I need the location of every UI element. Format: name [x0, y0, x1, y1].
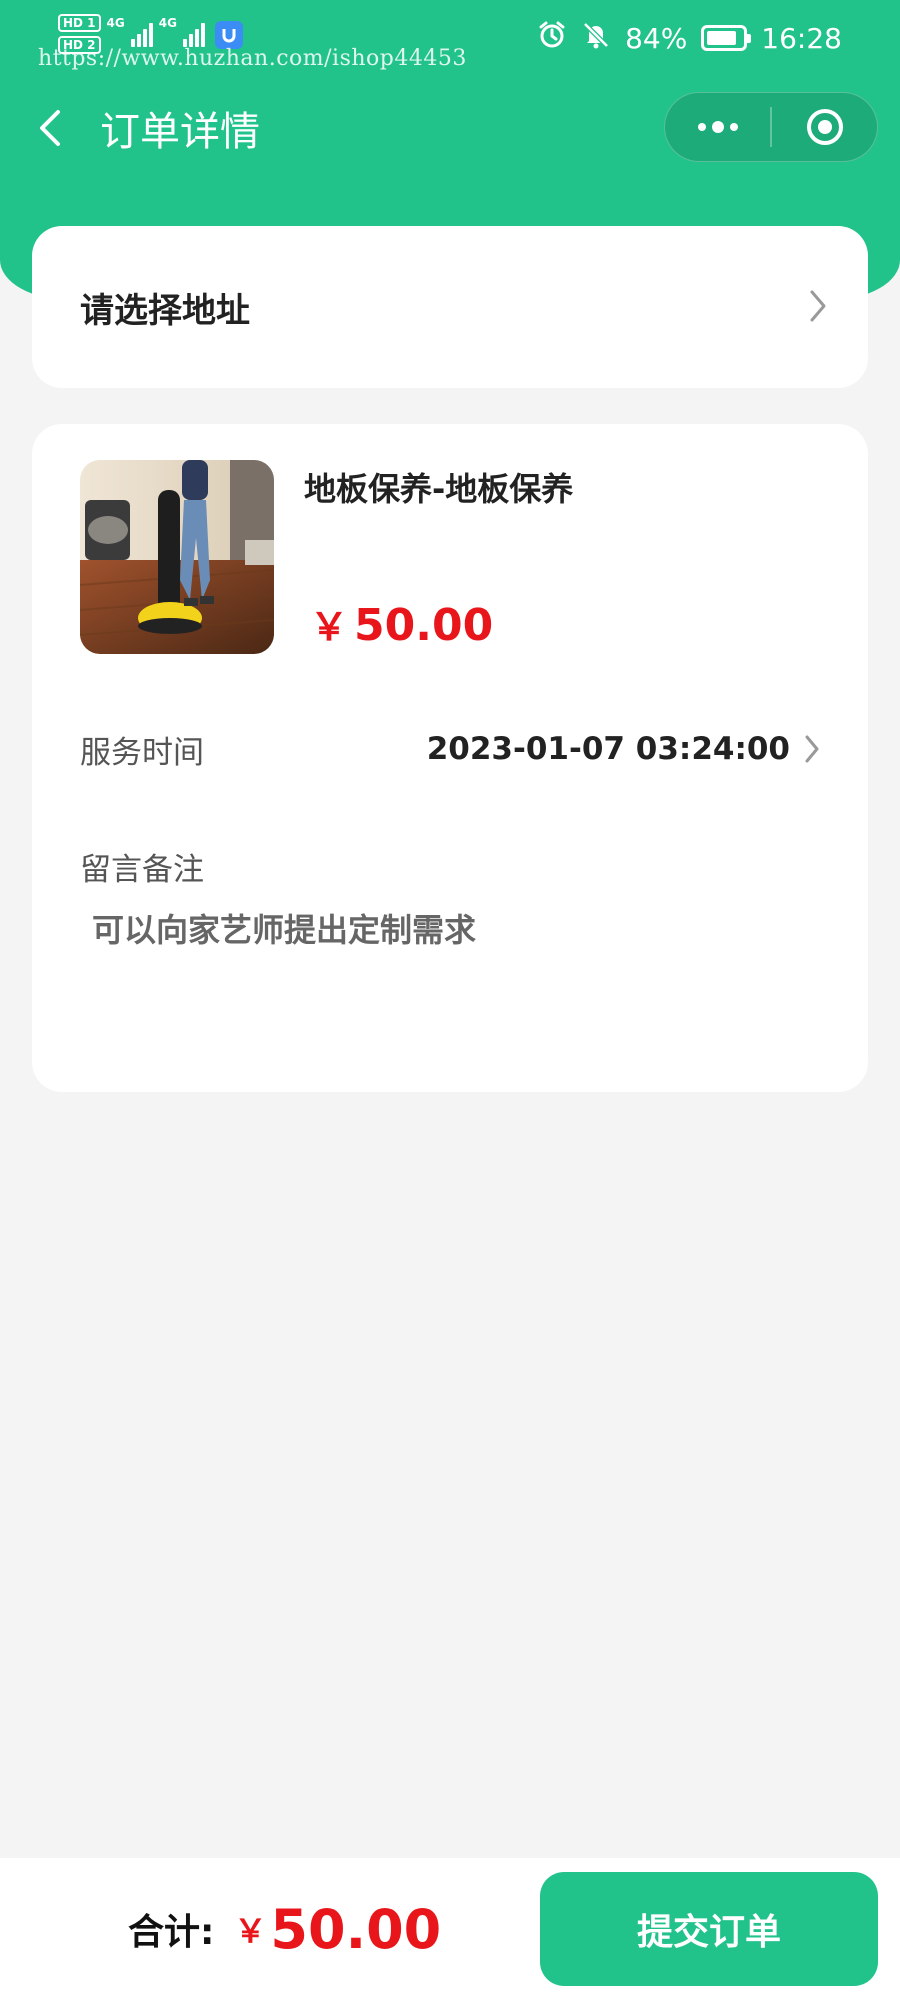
back-button[interactable] [30, 100, 70, 156]
product-name: 地板保养-地板保养 [304, 470, 574, 508]
chevron-left-icon [40, 110, 60, 146]
signal-strength-2-icon [182, 23, 205, 47]
status-bar: HD 1 HD 2 4G 4G https://www.huzhan.com/i… [0, 0, 900, 80]
submit-order-button[interactable]: 提交订单 [540, 1872, 878, 1986]
order-card: 地板保养-地板保养 ￥ 50.00 服务时间 2023-01-07 03:24:… [32, 424, 868, 1092]
status-bar-right: 84% 16:28 [537, 18, 842, 58]
product-price: ￥ 50.00 [310, 596, 493, 651]
remark-input[interactable] [92, 900, 812, 960]
page-title: 订单详情 [100, 109, 260, 155]
total-currency: ￥ [234, 1912, 267, 1950]
service-time-value: 2023-01-07 03:24:00 [426, 731, 790, 767]
product-image [80, 460, 274, 654]
signal-strength-1-icon [130, 23, 153, 47]
total-amount: 50.00 [270, 1897, 442, 1961]
address-placeholder: 请选择地址 [80, 290, 250, 331]
target-circle-icon [806, 109, 843, 145]
battery-icon [701, 25, 752, 51]
price-currency: ￥ [310, 605, 349, 649]
battery-level [707, 31, 736, 45]
service-time-label: 服务时间 [80, 734, 204, 771]
alarm-icon [537, 20, 567, 57]
total-label: 合计: [128, 1912, 215, 1953]
more-dots-icon [697, 121, 738, 133]
more-button[interactable] [665, 93, 770, 161]
order-total: 合计: ￥ 50.00 [128, 1858, 441, 2000]
chevron-right-icon [810, 290, 826, 322]
remark-label: 留言备注 [80, 852, 204, 888]
chevron-right-icon [805, 735, 819, 763]
network-type-1: 4G [106, 16, 125, 30]
address-selector[interactable]: 请选择地址 [32, 226, 868, 388]
price-amount: 50.00 [354, 600, 494, 651]
mute-bell-icon [581, 20, 611, 57]
close-mini-program-button[interactable] [772, 93, 877, 161]
checkout-bar: 合计: ￥ 50.00 提交订单 [0, 1858, 900, 2000]
battery-percent: 84% [625, 21, 688, 55]
service-time-row[interactable]: 服务时间 2023-01-07 03:24:00 [80, 724, 820, 774]
sim1-badge: HD 1 [58, 14, 101, 32]
network-type-2: 4G [158, 16, 177, 30]
clock: 16:28 [761, 21, 842, 55]
app-notification-icon [214, 21, 243, 49]
watermark-url: https://www.huzhan.com/ishop44453 [38, 46, 467, 71]
mini-program-capsule [664, 92, 878, 162]
service-time-picker: 2023-01-07 03:24:00 [427, 731, 820, 767]
